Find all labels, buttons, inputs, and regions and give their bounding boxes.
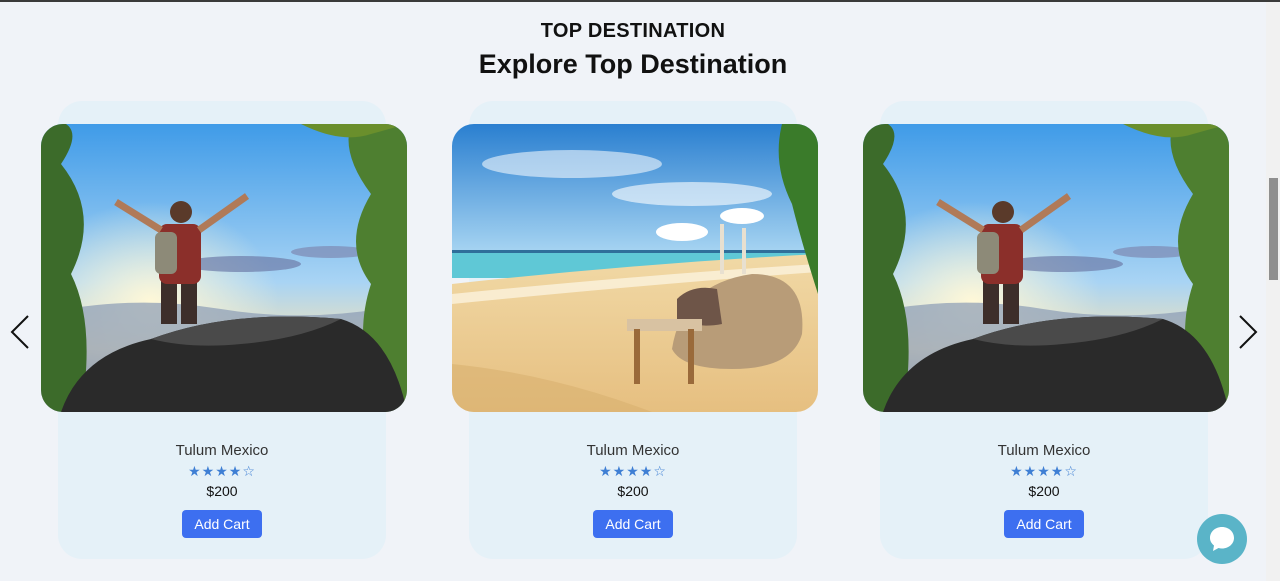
destination-photo: [452, 124, 818, 412]
destination-card: Tulum Mexico ★★★★☆ $200 Add Cart: [41, 101, 407, 559]
card-title: Tulum Mexico: [175, 442, 269, 459]
destination-photo: [863, 124, 1229, 412]
add-cart-button[interactable]: Add Cart: [593, 510, 673, 538]
chevron-right-icon: [1239, 315, 1258, 349]
card-title: Tulum Mexico: [997, 442, 1091, 459]
card-price: $200: [1028, 483, 1060, 499]
chat-bubble-icon: [1210, 527, 1234, 551]
carousel-next-button[interactable]: [1237, 312, 1259, 352]
page-scrollbar[interactable]: [1266, 2, 1280, 581]
destination-photo: [41, 124, 407, 412]
star-rating: ★★★★☆: [188, 464, 256, 480]
destination-card: Tulum Mexico ★★★★☆ $200 Add Cart: [863, 101, 1229, 559]
card-price: $200: [617, 483, 649, 499]
star-rating: ★★★★☆: [599, 464, 667, 480]
chat-widget-button[interactable]: [1197, 514, 1247, 564]
star-rating: ★★★★☆: [1010, 464, 1078, 480]
destination-card: Tulum Mexico ★★★★☆ $200 Add Cart: [452, 101, 818, 559]
chevron-left-icon: [10, 315, 29, 349]
scrollbar-thumb[interactable]: [1269, 178, 1278, 280]
add-cart-button[interactable]: Add Cart: [182, 510, 262, 538]
add-cart-button[interactable]: Add Cart: [1004, 510, 1084, 538]
section-title: Explore Top Destination: [478, 49, 788, 79]
carousel-prev-button[interactable]: [9, 312, 31, 352]
section-eyebrow: TOP DESTINATION: [540, 20, 726, 42]
card-price: $200: [206, 483, 238, 499]
card-title: Tulum Mexico: [586, 442, 680, 459]
